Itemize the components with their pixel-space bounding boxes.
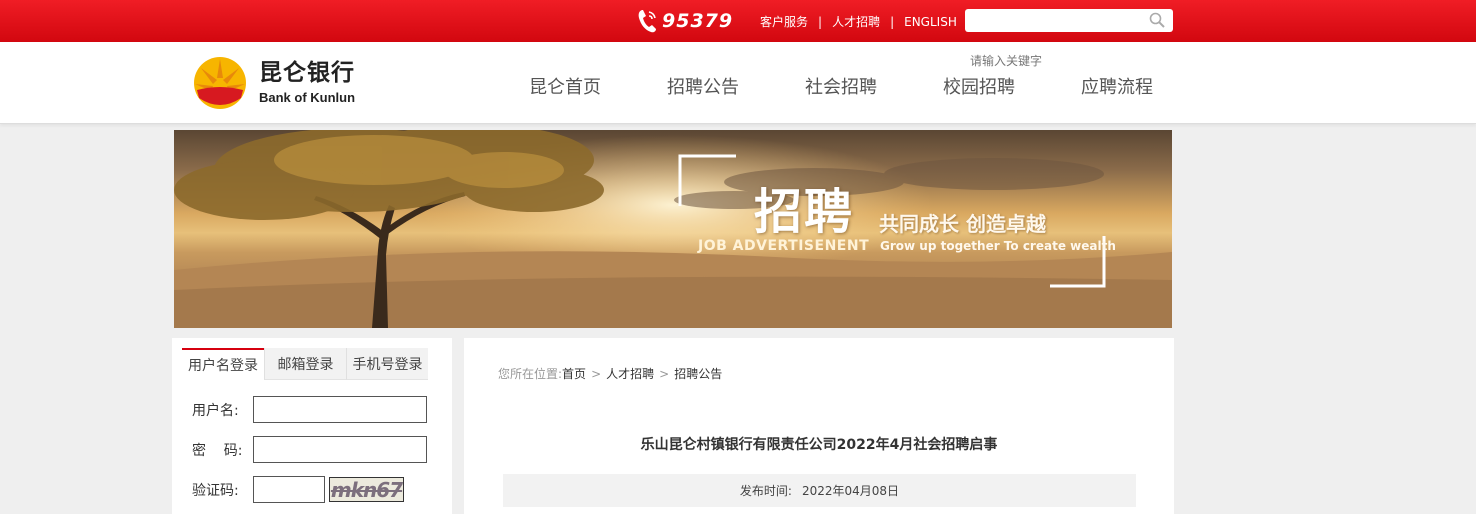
hotline: 95379 xyxy=(636,8,733,34)
tab-phone-login[interactable]: 手机号登录 xyxy=(346,348,428,380)
search-box xyxy=(965,9,1173,32)
english-link[interactable]: ENGLISH xyxy=(904,15,957,29)
header: 昆仑银行 Bank of Kunlun 请输入关键字 昆仑首页 招聘公告 社会招… xyxy=(0,42,1476,124)
phone-icon xyxy=(638,10,656,33)
nav-home[interactable]: 昆仑首页 xyxy=(496,73,634,99)
login-panel: 用户名登录 邮箱登录 手机号登录 用户名: 密 码: 验证码: mkn67 xyxy=(172,338,452,514)
nav-social-recruitment[interactable]: 社会招聘 xyxy=(772,73,910,99)
banner-slogan: 共同成长 创造卓越 xyxy=(879,212,1046,236)
username-input[interactable] xyxy=(253,396,427,423)
banner-english-slogan: Grow up together To create wealth xyxy=(880,239,1116,253)
captcha-image[interactable]: mkn67 xyxy=(329,477,404,502)
logo-emblem-icon xyxy=(194,57,246,109)
logo-english-name: Bank of Kunlun xyxy=(259,90,356,105)
search-icon[interactable] xyxy=(1149,12,1165,28)
nav-application-process[interactable]: 应聘流程 xyxy=(1048,73,1186,99)
recruitment-banner: 招聘 共同成长 创造卓越 JOB ADVERTISENENT Grow up t… xyxy=(174,130,1172,328)
tab-username-login[interactable]: 用户名登录 xyxy=(182,348,264,380)
tab-email-login[interactable]: 邮箱登录 xyxy=(264,348,346,380)
captcha-label: 验证码: xyxy=(192,482,239,499)
top-links: 客户服务 | 人才招聘 | ENGLISH xyxy=(760,13,957,30)
nav-campus-recruitment[interactable]: 校园招聘 xyxy=(910,73,1048,99)
link-separator: | xyxy=(818,14,823,29)
breadcrumb-separator: > xyxy=(591,367,602,381)
password-row: 密 码: xyxy=(192,436,427,463)
captcha-input[interactable] xyxy=(253,476,325,503)
hotline-number: 95379 xyxy=(662,10,734,32)
publish-info: 发布时间: 2022年04月08日 xyxy=(503,474,1136,507)
article-panel: 您所在位置:首页 > 人才招聘 > 招聘公告 乐山昆仑村镇银行有限责任公司2022年4月… xyxy=(464,338,1174,514)
banner-english-title: JOB ADVERTISENENT xyxy=(698,238,870,254)
breadcrumb-recruitment[interactable]: 人才招聘 xyxy=(606,367,654,381)
customer-service-link[interactable]: 客户服务 xyxy=(760,13,808,30)
bank-logo[interactable]: 昆仑银行 Bank of Kunlun xyxy=(193,56,355,110)
link-separator: | xyxy=(890,14,895,29)
logo-chinese-name: 昆仑银行 xyxy=(259,60,355,86)
breadcrumb-home[interactable]: 首页 xyxy=(562,367,586,381)
recruitment-link[interactable]: 人才招聘 xyxy=(832,13,880,30)
password-input[interactable] xyxy=(253,436,427,463)
top-bar: 95379 客户服务 | 人才招聘 | ENGLISH xyxy=(0,0,1476,42)
search-placeholder-text: 请输入关键字 xyxy=(970,54,1043,68)
username-row: 用户名: xyxy=(192,396,427,423)
login-tabs: 用户名登录 邮箱登录 手机号登录 xyxy=(182,348,428,380)
password-label: 密 码: xyxy=(192,442,243,459)
article-title: 乐山昆仑村镇银行有限责任公司2022年4月社会招聘启事 xyxy=(640,437,998,453)
search-input[interactable] xyxy=(965,9,1135,32)
captcha-row: 验证码: mkn67 xyxy=(192,476,404,503)
breadcrumb-announcements[interactable]: 招聘公告 xyxy=(674,367,722,381)
breadcrumb-separator: > xyxy=(659,367,670,381)
banner-title: 招聘 xyxy=(754,184,855,240)
nav-announcements[interactable]: 招聘公告 xyxy=(634,73,772,99)
breadcrumb: 您所在位置:首页 > 人才招聘 > 招聘公告 xyxy=(498,365,722,382)
publish-label: 发布时间: xyxy=(739,484,792,498)
breadcrumb-prefix: 您所在位置: xyxy=(498,367,563,381)
publish-date: 2022年04月08日 xyxy=(801,484,900,498)
username-label: 用户名: xyxy=(192,402,239,419)
main-nav: 昆仑首页 招聘公告 社会招聘 校园招聘 应聘流程 xyxy=(496,73,1186,99)
